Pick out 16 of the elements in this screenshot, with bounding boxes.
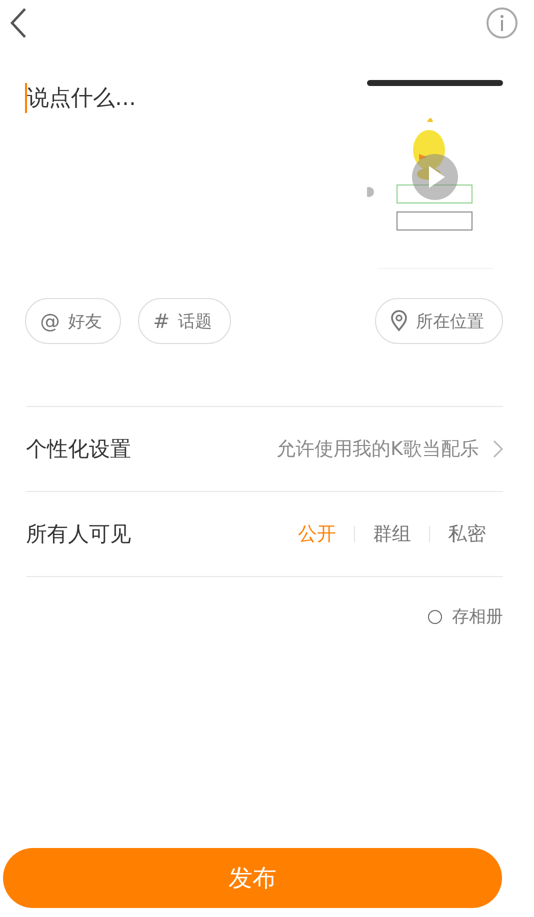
save-to-album-checkbox[interactable]: 存相册 — [428, 605, 503, 628]
tag-chip[interactable]: @ 好友 — [25, 298, 121, 344]
tag-chip[interactable]: # 话题 — [138, 298, 231, 344]
tag-chip[interactable]: 所在位置 — [375, 298, 503, 344]
location-pin-icon — [390, 310, 408, 332]
visibility-label: 所有人可见 — [26, 521, 131, 548]
post-text-field[interactable]: 说点什么... — [25, 83, 327, 113]
visibility-option[interactable]: 私密 — [448, 521, 486, 547]
back-icon[interactable] — [9, 7, 27, 39]
visibility-option[interactable]: 群组 — [373, 521, 411, 547]
setting-label: 个性化设置 — [26, 436, 131, 463]
setting-value-link[interactable]: 允许使用我的K歌当配乐 — [276, 436, 503, 462]
chevron-right-icon — [493, 440, 503, 458]
info-icon[interactable] — [486, 7, 518, 39]
visibility-option[interactable]: 公开 — [298, 521, 336, 547]
publish-button[interactable]: 发布 — [3, 848, 502, 908]
